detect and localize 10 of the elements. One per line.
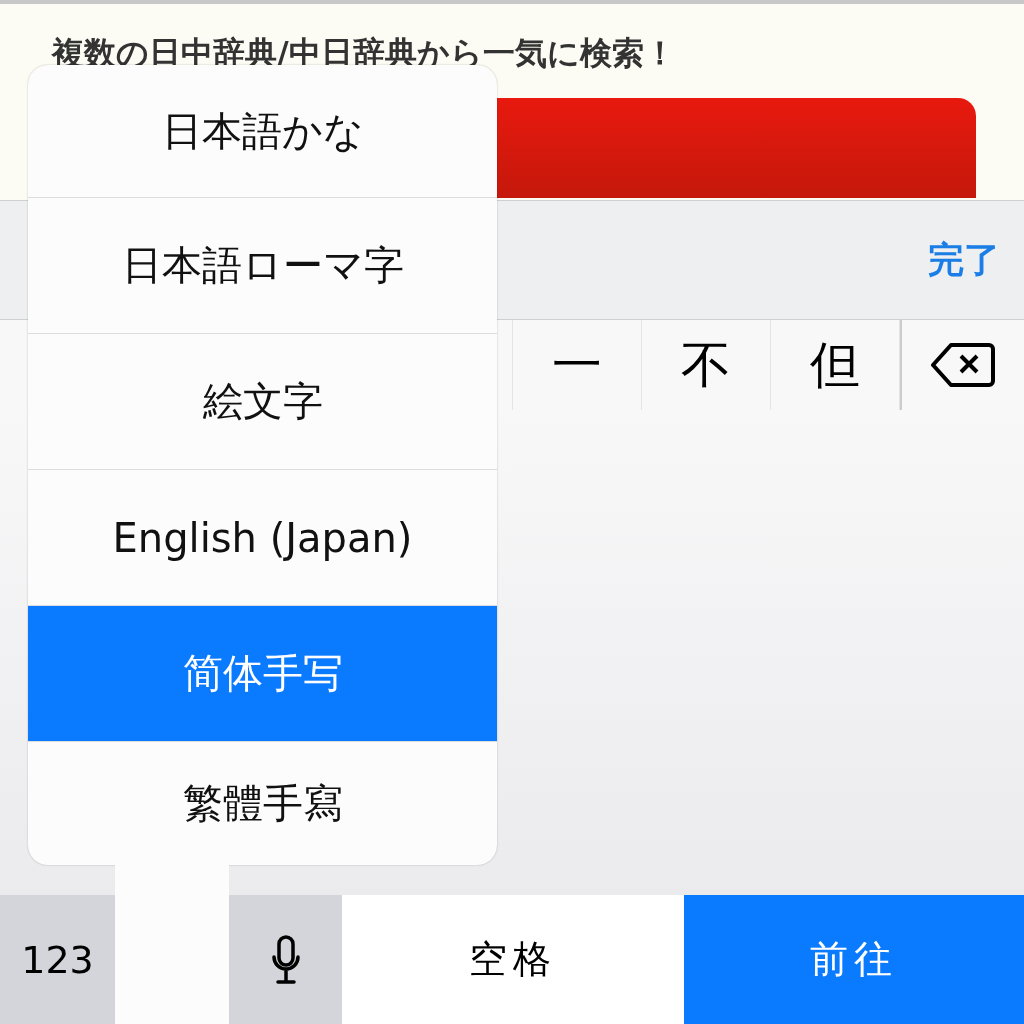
done-button[interactable]: 完了 bbox=[928, 235, 1000, 285]
microphone-icon[interactable] bbox=[270, 934, 301, 985]
space-key[interactable]: 空格 bbox=[342, 895, 684, 1024]
menu-item[interactable]: 日本語かな bbox=[28, 65, 497, 197]
menu-item[interactable]: 絵文字 bbox=[28, 333, 497, 469]
delete-icon[interactable] bbox=[931, 342, 995, 388]
go-key[interactable]: 前往 bbox=[684, 895, 1024, 1024]
menu-item[interactable]: 日本語ローマ字 bbox=[28, 197, 497, 333]
menu-item[interactable]: 简体手写 bbox=[28, 605, 497, 741]
numbers-key[interactable]: 123 bbox=[0, 895, 115, 1024]
